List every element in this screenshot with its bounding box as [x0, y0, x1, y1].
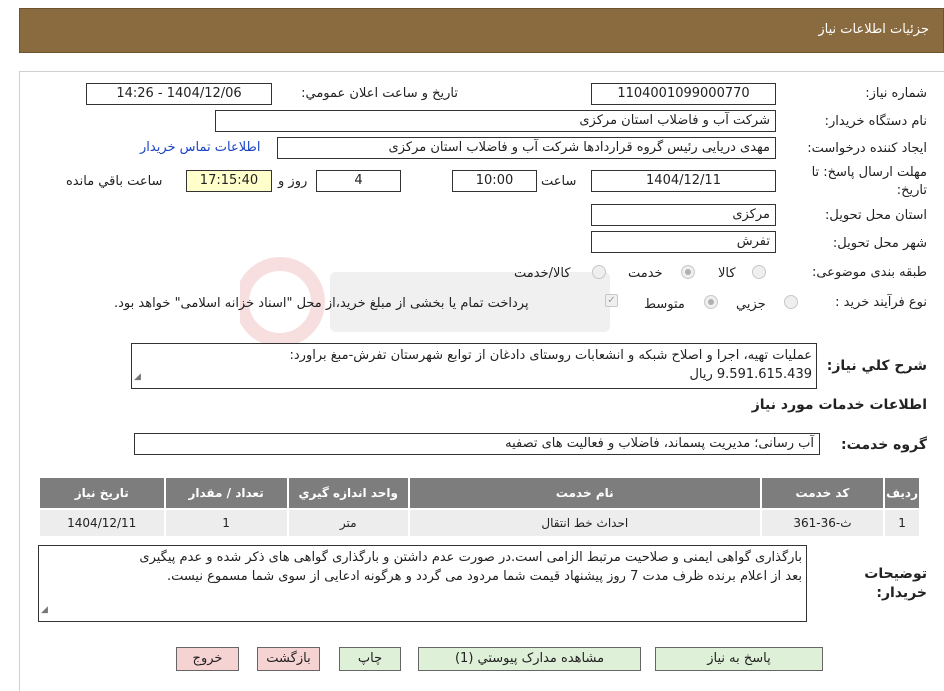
cell-row: 1: [883, 508, 921, 538]
category-label: طبقه بندی موضوعی:: [811, 265, 927, 280]
buyer-notes-line-1: بارگذاری گواهی ایمنی و صلاحیت مرتبط الزا…: [139, 550, 802, 565]
table-row: 1 ث-36-361 احداث خط انتقال متر 1 1404/12…: [38, 508, 921, 538]
col-qty-header: تعداد / مقدار: [163, 476, 289, 510]
cell-unit: متر: [286, 508, 410, 538]
description-line-1: عملیات تهیه، اجرا و اصلاح شبکه و انشعابا…: [289, 348, 813, 363]
service-group-field: آب رسانی؛ مدیریت پسماند، فاضلاب و فعالیت…: [134, 433, 820, 455]
treasury-checkbox[interactable]: ✓: [605, 294, 618, 307]
deadline-time-field: 10:00: [452, 170, 537, 192]
resize-grip-icon[interactable]: ◢: [134, 368, 141, 387]
province-field: مرکزی: [591, 204, 776, 226]
process-minor-radio[interactable]: [784, 295, 798, 309]
buyer-label: نام دستگاه خريدار:: [824, 114, 927, 129]
col-code-header: کد خدمت: [759, 476, 886, 510]
description-line-2: 9.591.615.439 ریال: [689, 367, 812, 382]
category-service-label: خدمت: [628, 266, 663, 281]
cell-name: احداث خط انتقال: [407, 508, 762, 538]
col-name-header: نام خدمت: [407, 476, 762, 510]
remaining-label: ساعت باقي مانده: [66, 174, 163, 189]
announce-field: 1404/12/06 - 14:26: [86, 83, 272, 105]
days-label: روز و: [278, 174, 308, 189]
resize-grip-icon[interactable]: ◢: [41, 601, 48, 620]
days-field: 4: [316, 170, 401, 192]
city-label: شهر محل تحویل:: [832, 236, 927, 251]
need-number-field: 1104001099000770: [591, 83, 776, 105]
services-title: اطلاعات خدمات مورد نياز: [751, 397, 927, 413]
buyer-notes-label-2: خريدار:: [876, 585, 927, 601]
payment-note: پرداخت تمام یا بخشی از مبلغ خرید،از محل …: [114, 296, 529, 311]
view-attachments-button[interactable]: مشاهده مدارک پيوستي (1): [418, 647, 641, 671]
description-textarea[interactable]: عملیات تهیه، اجرا و اصلاح شبکه و انشعابا…: [131, 343, 817, 389]
creator-field: مهدی دریایی رئیس گروه قراردادها شرکت آب …: [277, 137, 776, 159]
buyer-notes-textarea[interactable]: بارگذاری گواهی ایمنی و صلاحیت مرتبط الزا…: [38, 545, 807, 622]
category-goods-service-label: کالا/خدمت: [514, 266, 571, 281]
cell-qty: 1: [163, 508, 289, 538]
category-goods-label: کالا: [718, 266, 736, 281]
reply-button[interactable]: پاسخ به نياز: [655, 647, 823, 671]
province-label: استان محل تحویل:: [825, 208, 927, 223]
table-header-row: رديف کد خدمت نام خدمت واحد اندازه گيري ت…: [38, 476, 921, 510]
buyer-field: شرکت آب و فاضلاب استان مرکزی: [215, 110, 776, 132]
col-date-header: تاريخ نياز: [38, 476, 166, 510]
buyer-notes-label-1: توضيحات: [864, 566, 927, 582]
page-header: جزئیات اطلاعات نیاز: [19, 8, 944, 53]
cell-date: 1404/12/11: [38, 508, 166, 538]
buyer-notes-line-2: بعد از اعلام برنده ظرف مدت 7 روز پیشنهاد…: [166, 569, 802, 584]
description-label: شرح کلي نياز:: [826, 358, 927, 374]
deadline-label: مهلت ارسال پاسخ: تا تاریخ:: [811, 165, 927, 198]
col-unit-header: واحد اندازه گيري: [286, 476, 410, 510]
process-medium-radio[interactable]: [704, 295, 718, 309]
creator-label: ايجاد کننده درخواست:: [807, 141, 927, 156]
print-button[interactable]: چاپ: [339, 647, 401, 671]
category-goods-radio[interactable]: [752, 265, 766, 279]
deadline-date-field: 1404/12/11: [591, 170, 776, 192]
process-minor-label: جزيي: [736, 297, 766, 312]
announce-label: تاریخ و ساعت اعلان عمومي:: [301, 86, 458, 101]
category-service-radio[interactable]: [681, 265, 695, 279]
back-button[interactable]: بازگشت: [257, 647, 320, 671]
cell-code: ث-36-361: [759, 508, 886, 538]
exit-button[interactable]: خروج: [176, 647, 239, 671]
page-title: جزئیات اطلاعات نیاز: [818, 22, 929, 37]
process-medium-label: متوسط: [644, 297, 685, 312]
category-goods-service-radio[interactable]: [592, 265, 606, 279]
process-label: نوع فرآیند خرید :: [835, 295, 927, 310]
col-row-header: رديف: [883, 476, 921, 510]
contact-buyer-link[interactable]: اطلاعات تماس خريدار: [140, 140, 260, 155]
city-field: تفرش: [591, 231, 776, 253]
time-label: ساعت: [541, 174, 577, 189]
service-group-label: گروه خدمت:: [841, 437, 927, 453]
need-number-label: شماره نیاز:: [865, 86, 927, 101]
remaining-time-field: 17:15:40: [186, 170, 272, 192]
services-table: رديف کد خدمت نام خدمت واحد اندازه گيري ت…: [38, 476, 921, 538]
